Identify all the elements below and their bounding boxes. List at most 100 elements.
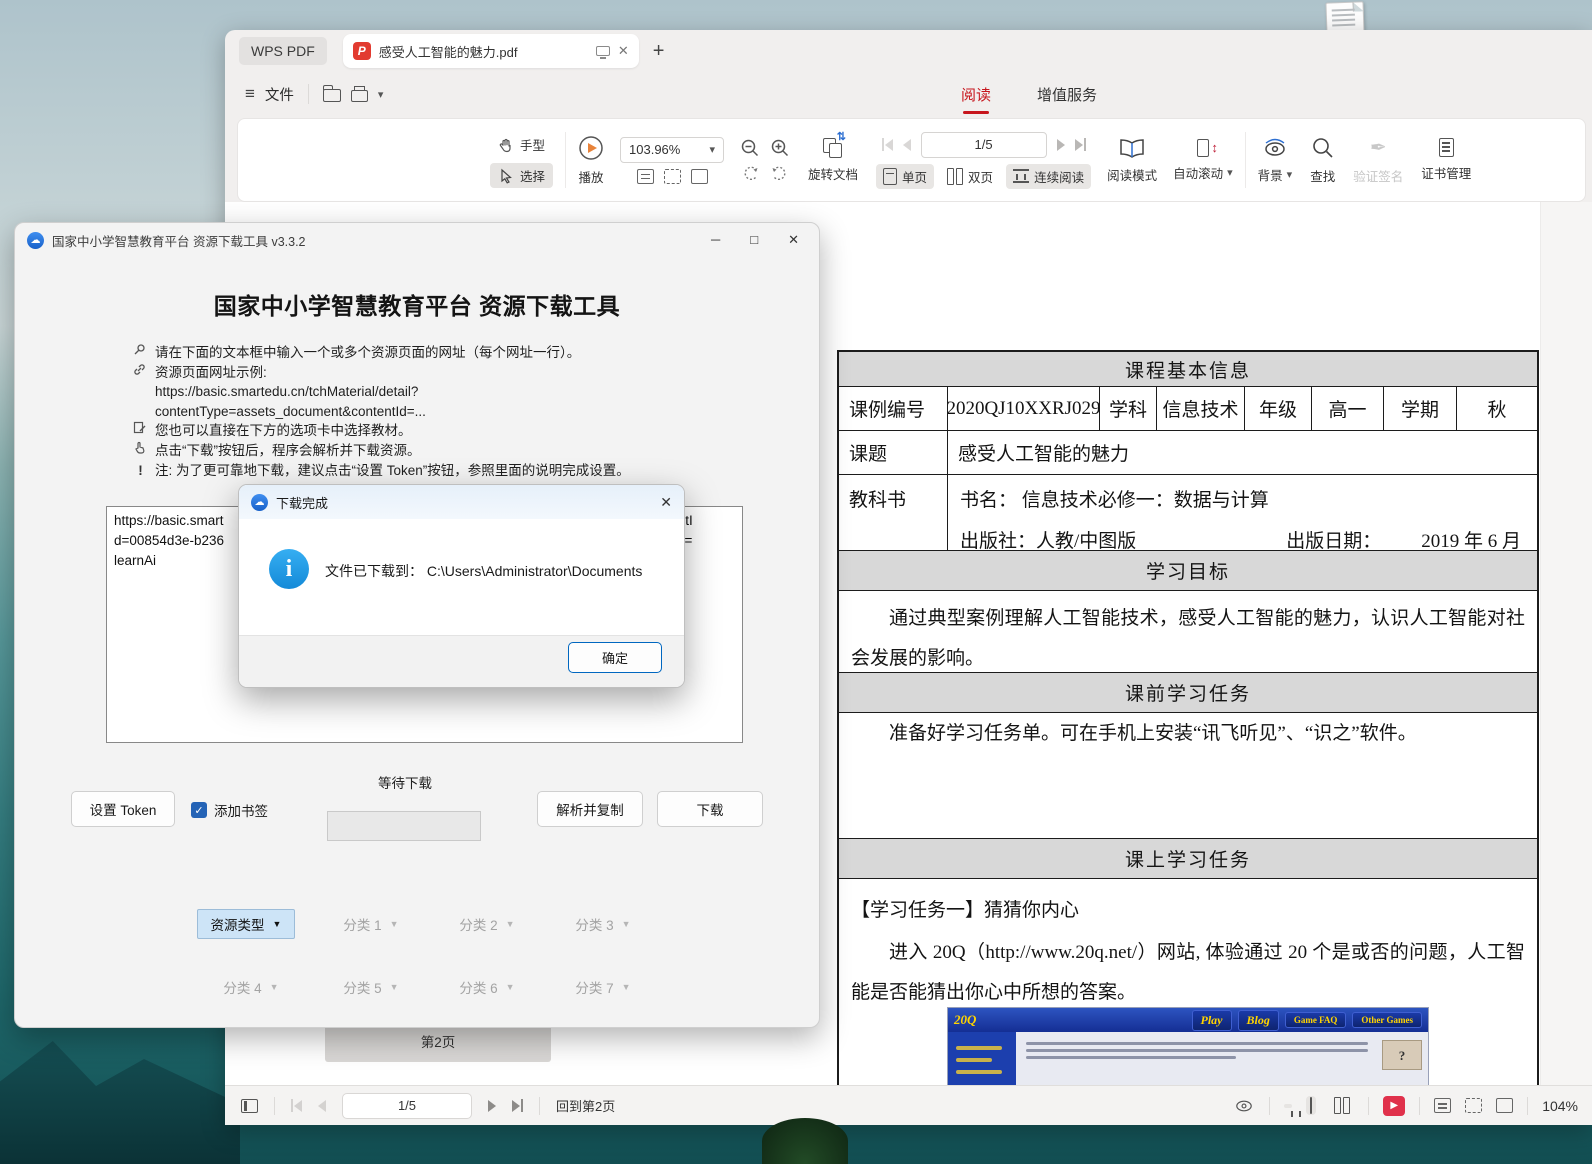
tab-reading[interactable]: 阅读 — [961, 84, 991, 105]
maximize-button[interactable]: □ — [750, 232, 758, 248]
category5-dropdown: 分类 5▼ — [331, 972, 411, 1002]
rotate-right-icon[interactable] — [770, 164, 788, 182]
instruction-text: 请在下面的文本框中输入一个或多个资源页面的网址（每个网址一行）。 — [155, 343, 580, 363]
fit-screen-icon[interactable] — [664, 169, 681, 184]
new-tab-button[interactable]: + — [653, 40, 665, 63]
checkbox-checked-icon[interactable]: ✓ — [191, 802, 207, 818]
cell-value: 信息技术 — [1156, 387, 1244, 430]
single-page-mode[interactable]: 单页 — [876, 164, 934, 189]
back-to-page-button[interactable]: 回到第2页 — [556, 1096, 615, 1115]
find-tool[interactable]: 查找 — [1310, 136, 1335, 185]
page2-chip[interactable]: 第2页 — [325, 1022, 551, 1062]
find-label: 查找 — [1310, 166, 1335, 185]
cell-key: 课题 — [839, 431, 947, 474]
fit-screen-icon[interactable] — [1465, 1098, 1482, 1113]
minimize-button[interactable]: ─ — [711, 232, 720, 248]
dialog-close-icon[interactable]: ✕ — [660, 494, 672, 511]
app-label[interactable]: WPS PDF — [239, 37, 327, 65]
background-tool[interactable]: 背景 ▾ — [1258, 137, 1293, 184]
close-button[interactable]: ✕ — [788, 232, 799, 248]
fit-page-icon[interactable] — [691, 169, 708, 184]
rotate-doc-tool[interactable]: 旋转文档 — [808, 138, 858, 183]
continuous-mode[interactable]: 连续阅读 — [1006, 164, 1091, 189]
hand-tool[interactable]: 手型 — [490, 132, 553, 157]
zoom-in-icon[interactable] — [770, 138, 790, 158]
select-tool[interactable]: 选择 — [490, 163, 553, 188]
tab-close-icon[interactable]: ✕ — [618, 43, 629, 59]
verify-label: 验证签名 — [1353, 166, 1403, 185]
double-page-mode[interactable]: 双页 — [940, 164, 1000, 189]
play-presentation-button[interactable]: ▶ — [1383, 1096, 1405, 1116]
site-question-box: ? — [1382, 1040, 1422, 1070]
fit-width-icon[interactable] — [1434, 1098, 1451, 1113]
parse-copy-button[interactable]: 解析并复制 — [537, 791, 643, 827]
fit-width-icon[interactable] — [637, 169, 654, 184]
single-page-toggle[interactable] — [1306, 1096, 1316, 1115]
table-header-goal: 学习目标 — [839, 550, 1537, 590]
url-line1-left: https://basic.smart — [114, 513, 224, 528]
fit-page-icon[interactable] — [1496, 1098, 1513, 1113]
next-page-icon[interactable] — [1057, 139, 1065, 151]
menu-tabs: 阅读 增值服务 — [961, 72, 1097, 116]
last-page-icon[interactable] — [1075, 138, 1086, 151]
first-page-icon[interactable] — [291, 1099, 302, 1112]
bookmark-option[interactable]: ✓ 添加书签 — [191, 800, 268, 820]
document-tab[interactable]: P 感受人工智能的魅力.pdf ✕ — [343, 34, 639, 68]
site-body: ? — [948, 1032, 1428, 1085]
dialog-titlebar[interactable]: ☁ 下载完成 ✕ — [239, 485, 684, 519]
print-icon[interactable] — [351, 90, 368, 102]
chevron-down-icon[interactable]: ▾ — [378, 88, 384, 101]
tab-value-added[interactable]: 增值服务 — [1037, 84, 1097, 105]
hamburger-icon[interactable]: ≡ — [245, 84, 255, 104]
chevron-down-icon: ▾ — [1227, 166, 1233, 179]
play-label: 播放 — [579, 167, 604, 186]
double-page-toggle[interactable] — [1330, 1095, 1354, 1116]
cell-value: 感受人工智能的魅力 — [947, 431, 1537, 474]
prev-page-icon[interactable] — [318, 1100, 326, 1112]
status-page-indicator[interactable]: 1/5 — [342, 1093, 472, 1119]
next-page-icon[interactable] — [488, 1100, 496, 1112]
auto-scroll-tool[interactable]: 自动滚动 ▾ — [1173, 139, 1233, 182]
dialog-message: 文件已下载到： C:\Users\Administrator\Documents — [325, 561, 642, 581]
set-token-button[interactable]: 设置 Token — [71, 791, 175, 827]
prev-page-icon[interactable] — [903, 139, 911, 151]
category6-dropdown: 分类 6▼ — [447, 972, 527, 1002]
certificate-tool[interactable]: 证书管理 — [1421, 138, 1471, 182]
rotate-left-icon[interactable] — [742, 164, 760, 182]
first-page-icon[interactable] — [882, 138, 893, 151]
dropdown-arrow-icon: ▼ — [273, 919, 282, 929]
open-folder-icon[interactable] — [323, 89, 341, 102]
pretask-text: 准备好学习任务单。可在手机上安装“讯飞听见”、“识之”软件。 — [839, 713, 1537, 755]
divider — [1527, 1097, 1528, 1115]
sidebar-toggle-icon[interactable] — [241, 1099, 258, 1113]
screen-read-icon[interactable] — [596, 46, 610, 56]
table-row: 教科书 书名： 信息技术必修一：数据与计算 出版社：人教/中图版 出版日期： 2… — [839, 474, 1537, 550]
zoom-out-icon[interactable] — [740, 138, 760, 158]
eye-icon[interactable] — [1233, 1098, 1255, 1114]
divider — [1245, 132, 1246, 188]
pin-icon — [133, 343, 148, 363]
table-row: 课例编号 2020QJ10XXRJ029 学科 信息技术 年级 高一 学期 秋 — [839, 386, 1537, 430]
zoom-select[interactable]: 103.96% ▾ — [620, 137, 724, 163]
read-mode-tool[interactable]: 阅读模式 — [1107, 137, 1157, 184]
last-page-icon[interactable] — [512, 1099, 523, 1112]
single-page-icon — [883, 168, 897, 185]
page-indicator[interactable]: 1/5 — [921, 132, 1047, 158]
continuous-label: 连续阅读 — [1034, 167, 1084, 186]
warning-icon: ! — [133, 461, 148, 481]
play-tool[interactable]: 播放 — [578, 135, 604, 186]
url-line3: learnAi — [114, 553, 156, 568]
downloader-titlebar[interactable]: ☁ 国家中小学智慧教育平台 资源下载工具 v3.3.2 ─ □ ✕ — [15, 223, 819, 257]
menu-file[interactable]: 文件 — [265, 84, 294, 105]
goal-text: 通过典型案例理解人工智能技术，感受人工智能的魅力，认识人工智能对社会发展的影响。 — [839, 591, 1537, 672]
page-gutter — [1540, 202, 1592, 1085]
zoom-percentage[interactable]: 104% — [1542, 1098, 1578, 1114]
app-cloud-icon: ☁ — [27, 232, 44, 249]
ok-button[interactable]: 确定 — [568, 642, 662, 673]
instruction-text: 点击“下载”按钮后，程序会解析并下载资源。 — [155, 441, 421, 461]
table-header-basic-info: 课程基本信息 — [839, 352, 1537, 386]
continuous-toggle[interactable] — [1284, 1104, 1292, 1108]
info-icon: i — [269, 549, 309, 589]
resource-type-dropdown[interactable]: 资源类型▼ — [197, 909, 295, 939]
download-button[interactable]: 下载 — [657, 791, 763, 827]
